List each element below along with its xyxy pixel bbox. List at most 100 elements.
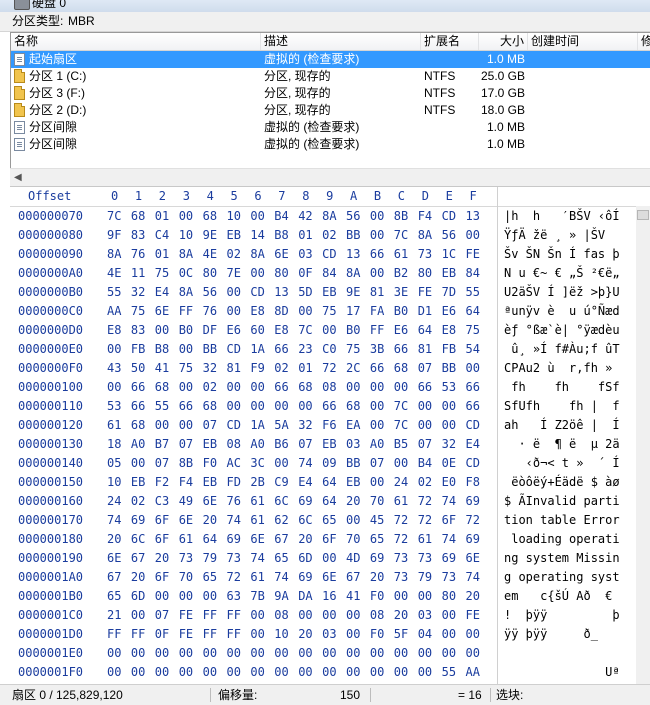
hex-byte[interactable]: 1A xyxy=(250,416,264,435)
hex-byte[interactable]: 6C xyxy=(274,492,288,511)
hex-byte[interactable]: 07 xyxy=(179,435,193,454)
hex-byte[interactable]: B4 xyxy=(274,207,288,226)
hex-row[interactable]: 000000160 24 02 C3 49 6E 76 61 6C 69 64 20 70 61 72 74 6… xyxy=(10,492,650,511)
hex-byte[interactable]: 00 xyxy=(203,644,217,663)
hex-byte[interactable]: 11 xyxy=(131,264,145,283)
hex-byte[interactable]: 00 xyxy=(394,644,408,663)
hex-byte[interactable]: 01 xyxy=(155,245,169,264)
hex-row[interactable]: 000000190 6E 67 20 73 79 73 74 65 6D 00 4D 69 73 73 69 6… xyxy=(10,549,650,568)
hex-byte[interactable]: 00 xyxy=(250,644,264,663)
hex-byte[interactable]: 42 xyxy=(298,207,312,226)
hex-byte[interactable]: 13 xyxy=(466,207,480,226)
hex-byte[interactable]: 68 xyxy=(131,416,145,435)
hex-byte[interactable]: 20 xyxy=(203,511,217,530)
hex-byte[interactable]: 0E xyxy=(442,454,456,473)
hex-byte[interactable]: 69 xyxy=(298,568,312,587)
hex-byte[interactable]: 6D xyxy=(131,587,145,606)
hex-byte[interactable]: 6E xyxy=(179,511,193,530)
hex-row[interactable]: 0000001F0 00 00 00 00 00 00 00 00 00 00 00 00 00 00 55 A… xyxy=(10,663,650,682)
hex-byte[interactable]: 00 xyxy=(418,397,432,416)
hex-byte[interactable]: 00 xyxy=(346,625,360,644)
hex-byte[interactable]: 70 xyxy=(370,492,384,511)
hex-byte[interactable]: 02 xyxy=(131,492,145,511)
hex-byte[interactable]: CD xyxy=(322,245,336,264)
hex-byte[interactable]: 00 xyxy=(322,663,336,682)
hex-byte[interactable]: FF xyxy=(370,321,384,340)
hex-byte[interactable]: 69 xyxy=(370,549,384,568)
hex-byte[interactable]: 09 xyxy=(322,454,336,473)
hex-byte[interactable]: 00 xyxy=(346,606,360,625)
hex-byte[interactable]: 20 xyxy=(298,530,312,549)
hex-byte[interactable]: 00 xyxy=(394,378,408,397)
hex-byte[interactable]: 00 xyxy=(298,644,312,663)
hex-byte[interactable]: 53 xyxy=(442,378,456,397)
hex-ascii[interactable]: em c{šÚ Að € xyxy=(504,587,632,606)
hex-byte[interactable]: 4E xyxy=(203,245,217,264)
hex-byte[interactable]: 02 xyxy=(227,245,241,264)
hex-byte[interactable]: CD xyxy=(466,416,480,435)
hex-byte[interactable]: BB xyxy=(346,454,360,473)
hex-byte[interactable]: 00 xyxy=(155,663,169,682)
hex-byte[interactable]: 8D xyxy=(274,302,288,321)
hex-byte[interactable]: EB xyxy=(322,283,336,302)
hex-byte[interactable]: 66 xyxy=(466,397,480,416)
hex-byte[interactable]: 00 xyxy=(370,226,384,245)
hex-byte[interactable]: 66 xyxy=(274,340,288,359)
hex-byte[interactable]: 73 xyxy=(394,568,408,587)
list-horizontal-scrollbar[interactable]: ◀ xyxy=(10,168,650,186)
column-description[interactable]: 描述 xyxy=(261,33,421,50)
hex-byte[interactable]: 00 xyxy=(274,663,288,682)
hex-byte[interactable]: 4D xyxy=(346,549,360,568)
hex-byte[interactable]: 8A xyxy=(346,264,360,283)
hex-byte[interactable]: F2 xyxy=(155,473,169,492)
hex-byte[interactable]: 3B xyxy=(370,340,384,359)
hex-byte[interactable]: 00 xyxy=(179,340,193,359)
hex-byte[interactable]: 8A xyxy=(250,245,264,264)
hex-byte[interactable]: BB xyxy=(346,226,360,245)
hex-byte[interactable]: FB xyxy=(131,340,145,359)
hex-byte[interactable]: 00 xyxy=(250,625,264,644)
hex-byte[interactable]: 80 xyxy=(442,587,456,606)
hex-byte[interactable]: 61 xyxy=(250,492,264,511)
hex-byte[interactable]: 75 xyxy=(179,359,193,378)
hex-row[interactable]: 0000001C0 21 00 07 FE FF FF 00 08 00 00 00 08 20 03 00 F… xyxy=(10,606,650,625)
hex-byte[interactable]: 74 xyxy=(250,549,264,568)
hex-byte[interactable]: 64 xyxy=(418,321,432,340)
hex-byte[interactable]: 00 xyxy=(442,606,456,625)
hex-byte[interactable]: 56 xyxy=(203,283,217,302)
hex-byte[interactable]: 69 xyxy=(298,492,312,511)
hex-byte[interactable]: 03 xyxy=(346,435,360,454)
column-extension[interactable]: 扩展名 xyxy=(421,33,479,50)
hex-byte[interactable]: 18 xyxy=(107,435,121,454)
hex-byte[interactable]: C4 xyxy=(155,226,169,245)
hex-byte[interactable]: 6F xyxy=(155,530,169,549)
hex-byte[interactable]: FE xyxy=(418,283,432,302)
hex-byte[interactable]: 00 xyxy=(394,454,408,473)
hex-byte[interactable]: 05 xyxy=(107,454,121,473)
hex-byte[interactable]: 2C xyxy=(346,359,360,378)
hex-byte[interactable]: 23 xyxy=(298,340,312,359)
hex-byte[interactable]: F8 xyxy=(466,473,480,492)
hex-byte[interactable]: 65 xyxy=(107,587,121,606)
column-modified[interactable]: 修 xyxy=(638,33,650,50)
hex-byte[interactable]: 73 xyxy=(179,549,193,568)
hex-row[interactable]: 000000120 61 68 00 00 07 CD 1A 5A 32 F6 EA 00 7C 00 00 C… xyxy=(10,416,650,435)
hex-byte[interactable]: 61 xyxy=(250,511,264,530)
hex-byte[interactable]: 56 xyxy=(346,207,360,226)
hex-byte[interactable]: 6E xyxy=(274,245,288,264)
hex-byte[interactable]: A0 xyxy=(131,435,145,454)
hex-byte[interactable]: 76 xyxy=(227,492,241,511)
hex-byte[interactable]: 1A xyxy=(250,340,264,359)
hex-byte[interactable]: 00 xyxy=(370,378,384,397)
hex-byte[interactable]: 55 xyxy=(442,663,456,682)
hex-byte[interactable]: FB xyxy=(442,340,456,359)
hex-byte[interactable]: E6 xyxy=(442,302,456,321)
hex-byte[interactable]: 66 xyxy=(466,378,480,397)
hex-byte[interactable]: 00 xyxy=(418,663,432,682)
hex-byte[interactable]: 73 xyxy=(442,568,456,587)
hex-ascii[interactable]: U2äŠV Í ]ëž >þ}U xyxy=(504,283,632,302)
hex-byte[interactable]: B7 xyxy=(155,435,169,454)
hex-byte[interactable]: 02 xyxy=(322,226,336,245)
hex-byte[interactable]: 61 xyxy=(418,530,432,549)
hex-byte[interactable]: E0 xyxy=(442,473,456,492)
